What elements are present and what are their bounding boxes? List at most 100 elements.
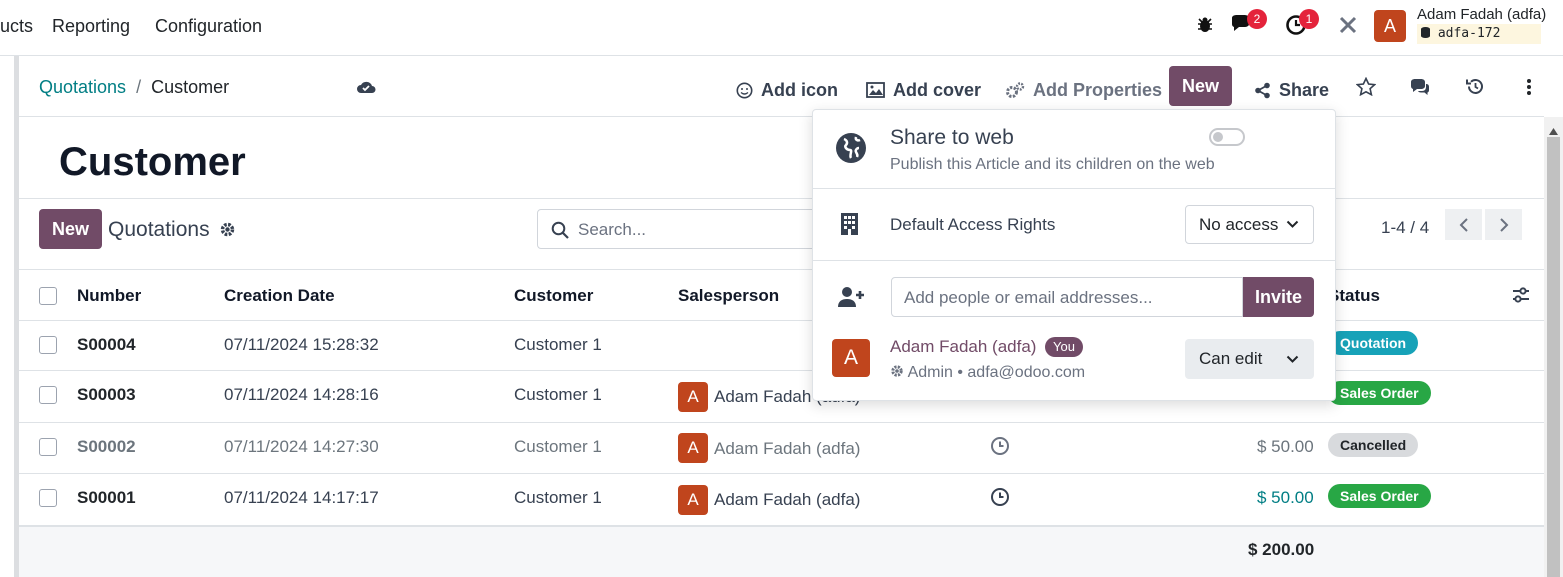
optional-columns-icon[interactable] [1512, 287, 1530, 309]
salesperson-avatar: A [678, 433, 708, 463]
breadcrumb: Quotations / Customer [39, 77, 229, 98]
menu-products[interactable]: ucts [0, 16, 33, 37]
menu-configuration[interactable]: Configuration [155, 16, 262, 37]
row-creation-date: 07/11/2024 14:27:30 [224, 437, 379, 456]
scroll-up-arrow-icon[interactable] [1549, 122, 1558, 140]
search-box[interactable]: Search... [537, 209, 827, 249]
row-amount: $ 50.00 [1257, 488, 1314, 507]
row-number: S00003 [77, 385, 136, 404]
row-customer: Customer 1 [514, 385, 602, 404]
status-badge: Sales Order [1328, 484, 1431, 508]
database-tag: adfa-172 [1417, 24, 1541, 44]
select-all-checkbox[interactable] [39, 287, 57, 305]
column-header-salesperson[interactable]: Salesperson [678, 286, 779, 306]
breadcrumb-current: Customer [151, 77, 230, 97]
status-badge: Sales Order [1328, 381, 1431, 405]
comments-icon[interactable] [1410, 78, 1430, 101]
top-navbar: ucts Reporting Configuration 2 1 A Adam … [0, 0, 1563, 56]
history-icon[interactable] [1466, 77, 1484, 101]
database-icon [1421, 27, 1430, 38]
chevron-down-icon [1286, 220, 1299, 228]
gear-icon [891, 365, 903, 377]
share-to-web-subtitle: Publish this Article and its children on… [890, 156, 1215, 173]
row-checkbox[interactable] [39, 438, 57, 456]
status-badge: Quotation [1328, 331, 1419, 355]
add-icon-label: Add icon [761, 79, 838, 100]
pager-previous-button[interactable] [1445, 209, 1482, 240]
default-access-select[interactable]: No access [1185, 205, 1314, 244]
user-avatar[interactable]: A [1374, 10, 1406, 42]
member-permission-select[interactable]: Can edit [1185, 339, 1314, 379]
activity-clock-icon[interactable] [990, 487, 1010, 512]
embedded-view-title: Quotations [108, 218, 210, 241]
row-number: S00004 [77, 335, 136, 354]
breadcrumb-quotations[interactable]: Quotations [39, 77, 126, 97]
more-options-icon[interactable] [1526, 78, 1532, 101]
popover-divider [813, 260, 1335, 261]
menu-reporting[interactable]: Reporting [52, 16, 130, 37]
pager-value[interactable]: 1-4 / 4 [1381, 218, 1429, 238]
member-avatar: A [832, 339, 870, 377]
invite-button[interactable]: Invite [1243, 277, 1314, 317]
tools-icon[interactable] [1335, 12, 1361, 38]
column-header-creation-date[interactable]: Creation Date [224, 286, 335, 306]
bug-icon[interactable] [1192, 12, 1218, 38]
salesperson-avatar: A [678, 382, 708, 412]
share-to-web-title: Share to web [890, 126, 1014, 149]
globe-icon [835, 132, 867, 169]
article-title[interactable]: Customer [59, 140, 246, 185]
database-name: adfa-172 [1437, 26, 1501, 41]
gear-icon[interactable] [219, 221, 236, 243]
row-customer: Customer 1 [514, 437, 602, 456]
building-icon [840, 212, 859, 241]
row-checkbox[interactable] [39, 386, 57, 404]
add-properties-button[interactable]: Add Properties [1006, 74, 1162, 106]
salesperson-avatar: A [678, 485, 708, 515]
popover-divider [813, 188, 1335, 189]
column-header-number[interactable]: Number [77, 286, 141, 306]
share-to-web-toggle[interactable] [1209, 128, 1245, 146]
add-properties-label: Add Properties [1033, 79, 1163, 100]
smiley-icon [736, 82, 753, 98]
user-name[interactable]: Adam Fadah (adfa) [1417, 6, 1546, 23]
pager-next-button[interactable] [1485, 209, 1522, 240]
column-header-customer[interactable]: Customer [514, 286, 593, 306]
row-creation-date: 07/11/2024 15:28:32 [224, 335, 379, 354]
search-icon [551, 221, 569, 239]
default-access-value: No access [1199, 214, 1279, 234]
share-button[interactable]: Share [1254, 74, 1329, 106]
breadcrumb-separator: / [136, 77, 142, 97]
row-salesperson: Adam Fadah (adfa) [714, 490, 861, 509]
share-label: Share [1279, 79, 1330, 100]
row-creation-date: 07/11/2024 14:28:16 [224, 385, 379, 404]
new-quotation-button[interactable]: New [39, 209, 102, 249]
chevron-left-icon [1459, 217, 1468, 232]
row-customer: Customer 1 [514, 488, 602, 507]
add-user-icon [838, 286, 864, 313]
new-article-button[interactable]: New [1169, 66, 1232, 106]
row-number: S00001 [77, 488, 136, 507]
cloud-saved-icon [356, 78, 376, 99]
cogs-icon [1006, 81, 1025, 98]
member-permission-value: Can edit [1199, 349, 1263, 368]
add-cover-label: Add cover [893, 79, 982, 100]
total-amount: $ 200.00 [1248, 540, 1315, 559]
row-checkbox[interactable] [39, 336, 57, 354]
add-cover-button[interactable]: Add cover [866, 74, 981, 106]
star-icon[interactable] [1355, 76, 1377, 101]
member-details: Admin • adfa@odoo.com [890, 364, 1085, 382]
search-input[interactable]: Search... [578, 220, 646, 240]
status-badge: Cancelled [1328, 433, 1419, 457]
activity-clock-icon[interactable] [990, 436, 1010, 461]
scrollbar-thumb[interactable] [1547, 137, 1560, 577]
row-number: S00002 [77, 437, 136, 456]
row-amount: $ 50.00 [1257, 437, 1314, 456]
row-checkbox[interactable] [39, 489, 57, 507]
activities-count-badge: 1 [1299, 9, 1319, 29]
row-customer: Customer 1 [514, 335, 602, 354]
invite-field[interactable]: Add people or email addresses... [891, 277, 1243, 317]
add-icon-button[interactable]: Add icon [736, 74, 838, 106]
invite-input[interactable]: Add people or email addresses... [904, 288, 1153, 308]
member-name[interactable]: Adam Fadah (adfa) [890, 337, 1036, 357]
share-icon [1255, 82, 1270, 98]
